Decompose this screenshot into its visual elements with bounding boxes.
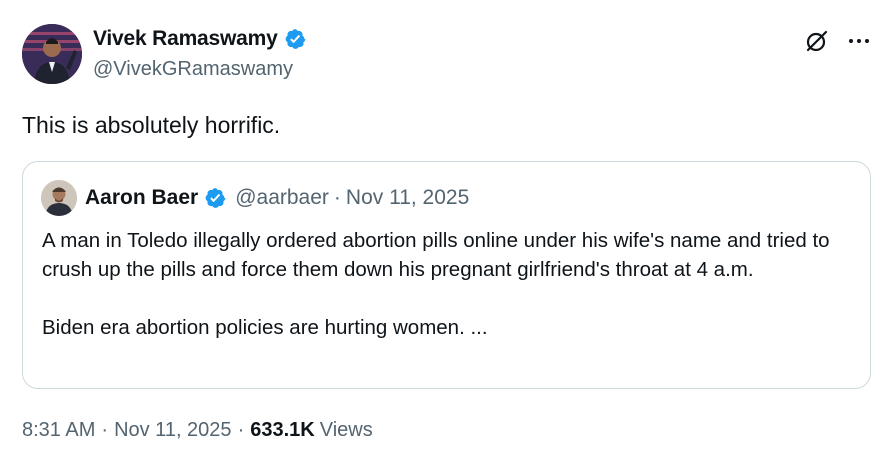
meta-separator: ·: [101, 419, 109, 441]
tweet-meta: 8:31 AM · Nov 11, 2025 · 633.1K Views: [22, 419, 373, 442]
tweet-text: This is absolutely horrific.: [22, 112, 281, 138]
author-avatar[interactable]: [22, 24, 82, 84]
more-options-icon[interactable]: [846, 28, 872, 54]
quoted-tweet-header: Aaron Baer @aarbaer · Nov 11, 2025: [41, 180, 469, 216]
views-label: Views: [319, 419, 373, 441]
quoted-author-avatar[interactable]: [41, 180, 77, 216]
quoted-author-name[interactable]: Aaron Baer: [85, 186, 198, 210]
tweet-header: Vivek Ramaswamy @VivekGRamaswamy: [22, 24, 872, 88]
verified-badge-icon: [285, 29, 305, 49]
quoted-separator: ·: [333, 186, 341, 209]
author-name-row: Vivek Ramaswamy: [93, 27, 306, 51]
quoted-author-handle[interactable]: @aarbaer: [235, 186, 329, 210]
quoted-tweet-card[interactable]: Aaron Baer @aarbaer · Nov 11, 2025 A man…: [22, 161, 871, 389]
views-count[interactable]: 633.1K: [250, 419, 315, 442]
grok-icon[interactable]: [804, 28, 830, 54]
quoted-paragraph-1: A man in Toledo illegally ordered aborti…: [42, 229, 830, 281]
tweet-time[interactable]: 8:31 AM: [22, 419, 95, 442]
author-handle[interactable]: @VivekGRamaswamy: [93, 58, 293, 81]
quoted-tweet-body: A man in Toledo illegally ordered aborti…: [42, 226, 852, 342]
verified-badge-icon: [205, 188, 226, 208]
quoted-paragraph-2: Biden era abortion policies are hurting …: [42, 316, 488, 339]
quoted-tweet-date[interactable]: Nov 11, 2025: [346, 186, 469, 210]
tweet-date[interactable]: Nov 11, 2025: [114, 419, 232, 442]
author-name[interactable]: Vivek Ramaswamy: [93, 27, 278, 51]
meta-separator: ·: [237, 419, 245, 441]
